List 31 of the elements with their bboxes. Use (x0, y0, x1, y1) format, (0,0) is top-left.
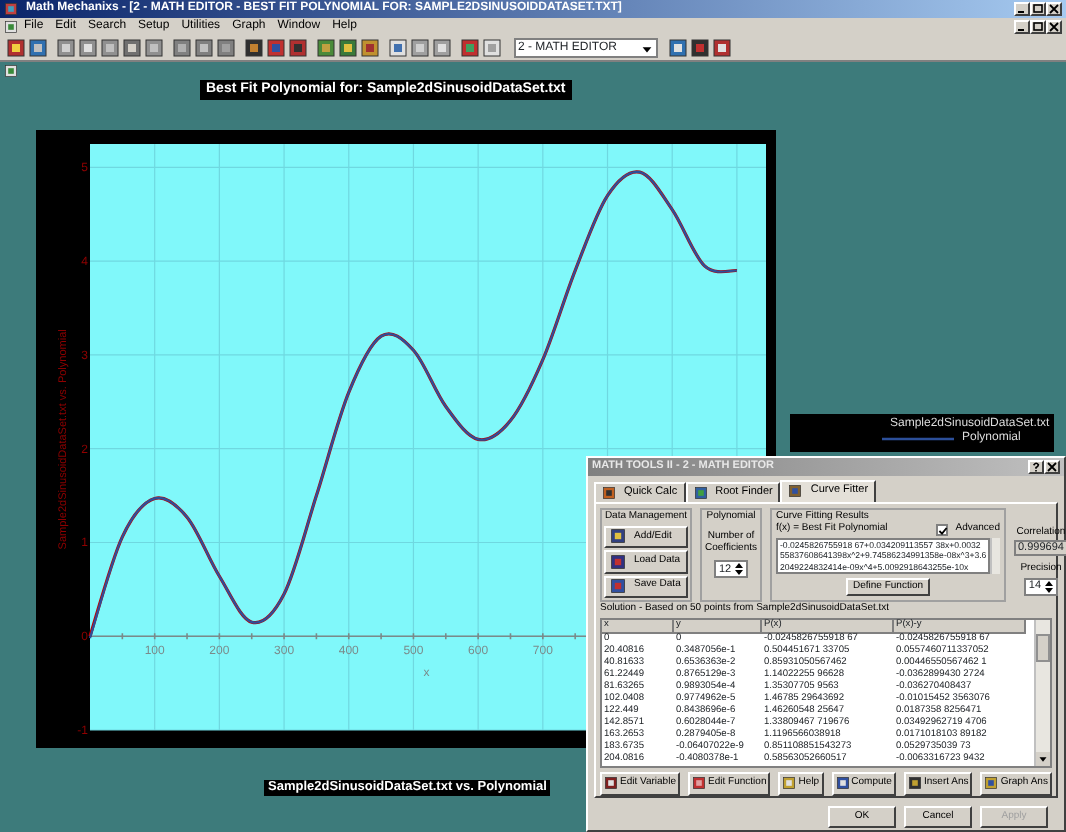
tool-icon (782, 776, 797, 791)
scrollbar[interactable] (1034, 619, 1050, 766)
legend-line (882, 435, 954, 442)
close-button[interactable] (1046, 20, 1062, 34)
caret-icon (640, 41, 654, 55)
scroll-down-icon (1036, 751, 1050, 766)
close-button[interactable] (1044, 460, 1060, 474)
graph-window-icon (4, 64, 18, 78)
help-button[interactable] (1028, 460, 1044, 474)
checkmark-icon (937, 525, 948, 536)
document-icon (4, 20, 18, 34)
tool-icon (835, 776, 850, 791)
minimize-button[interactable] (1014, 20, 1030, 34)
close-icon (1048, 22, 1060, 32)
close-icon (1046, 462, 1058, 472)
scrollbar[interactable] (990, 537, 1000, 575)
tool-icon (604, 776, 618, 791)
spin-arrows-icon (733, 562, 744, 577)
app-icon (4, 2, 18, 16)
tool-icon (692, 776, 707, 791)
tool-icon (984, 776, 999, 791)
help-icon (1030, 462, 1042, 472)
close-button[interactable] (1046, 2, 1062, 16)
scrollbar-thumb[interactable] (1036, 633, 1050, 662)
tab-icon (602, 486, 616, 500)
spin-arrows-icon (1043, 579, 1054, 594)
tab-icon (693, 486, 708, 500)
close-icon (1048, 4, 1060, 14)
tool-icon (908, 776, 923, 791)
tab-icon (788, 484, 803, 498)
minimize-button[interactable] (1014, 2, 1030, 16)
